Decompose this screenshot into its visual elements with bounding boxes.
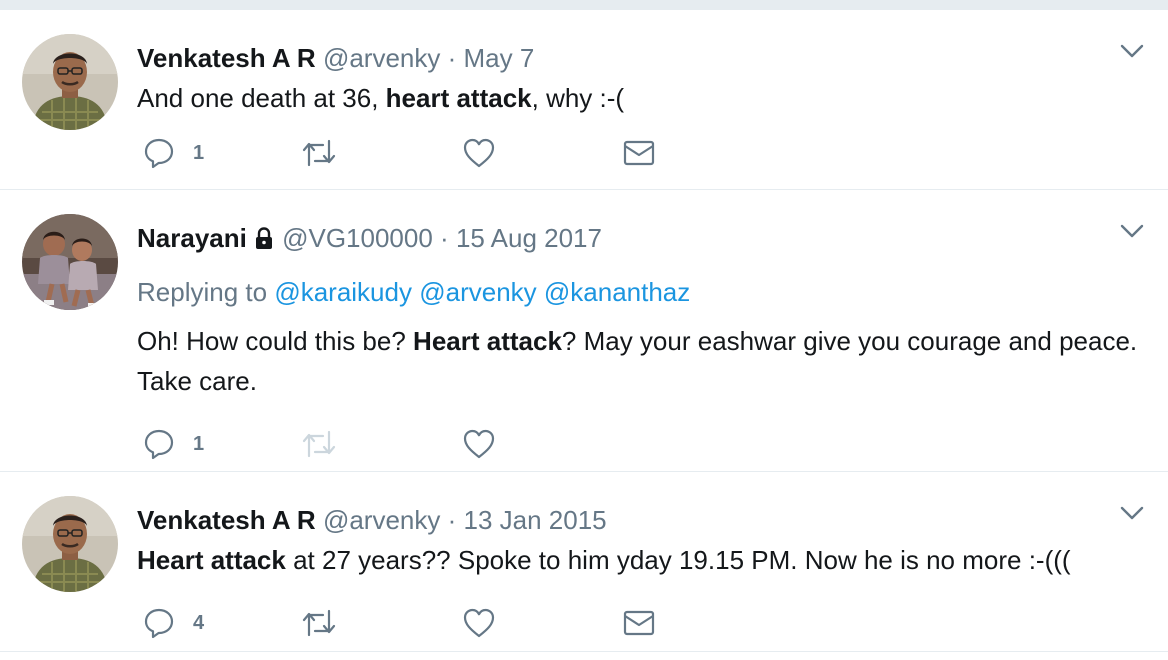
envelope-icon: [623, 610, 655, 636]
retweet-icon: [302, 139, 336, 167]
lock-icon: [255, 227, 272, 249]
tweet-date[interactable]: 13 Jan 2015: [464, 505, 607, 535]
mention-link[interactable]: @karaikudy: [274, 277, 412, 307]
tweet[interactable]: Venkatesh A R @arvenky · May 7 And one d…: [0, 10, 1168, 190]
reply-button[interactable]: 4: [143, 606, 204, 640]
reply-button[interactable]: 1: [143, 136, 204, 170]
tweet-date[interactable]: May 7: [464, 43, 535, 73]
like-button[interactable]: [462, 427, 496, 461]
retweet-icon: [302, 430, 336, 458]
author-name[interactable]: Narayani: [137, 223, 247, 253]
chevron-down-icon[interactable]: [1118, 36, 1146, 64]
tweet[interactable]: Narayani @VG100000 · 15 Aug 2017 Replyin…: [0, 190, 1168, 472]
retweet-button[interactable]: [301, 136, 337, 170]
like-button[interactable]: [462, 136, 496, 170]
tweet-header: Venkatesh A R @arvenky · May 7: [137, 42, 534, 74]
chevron-down-icon[interactable]: [1118, 498, 1146, 526]
speech-bubble-icon: [144, 138, 174, 169]
separator: ·: [447, 43, 457, 73]
tweet-text: And one death at 36, heart attack, why :…: [137, 83, 625, 113]
mention-link[interactable]: @arvenky: [419, 277, 536, 307]
tweet-date[interactable]: 15 Aug 2017: [456, 223, 602, 253]
tweet-header: Venkatesh A R @arvenky · 13 Jan 2015: [137, 504, 607, 536]
separator: ·: [440, 223, 449, 253]
author-handle[interactable]: @arvenky: [323, 43, 440, 73]
reply-count: 1: [193, 141, 205, 164]
reply-count: 4: [193, 611, 205, 634]
author-name[interactable]: Venkatesh A R: [137, 43, 316, 73]
replying-to: Replying to @karaikudy @arvenky @kananth…: [137, 277, 691, 307]
separator: ·: [447, 505, 457, 535]
retweet-button[interactable]: [301, 606, 337, 640]
author-name[interactable]: Venkatesh A R: [137, 505, 316, 535]
reply-button[interactable]: 1: [143, 427, 204, 461]
avatar[interactable]: [22, 214, 118, 310]
like-button[interactable]: [462, 606, 496, 640]
tweet-text: Oh! How could this be? Heart attack? May…: [137, 326, 1138, 396]
heart-icon: [463, 138, 495, 168]
tweet-text: Heart attack at 27 years?? Spoke to him …: [137, 545, 1071, 575]
direct-message-button[interactable]: [622, 136, 656, 170]
envelope-icon: [623, 140, 655, 166]
chevron-down-icon[interactable]: [1118, 216, 1146, 244]
author-handle[interactable]: @VG100000: [282, 223, 433, 253]
heart-icon: [463, 429, 495, 459]
tweet[interactable]: Venkatesh A R @arvenky · 13 Jan 2015 Hea…: [0, 472, 1168, 652]
timeline: Venkatesh A R @arvenky · May 7 And one d…: [0, 10, 1168, 660]
heart-icon: [463, 608, 495, 638]
retweet-button: [301, 427, 337, 461]
avatar[interactable]: [22, 34, 118, 130]
speech-bubble-icon: [144, 429, 174, 460]
direct-message-button[interactable]: [622, 606, 656, 640]
reply-count: 1: [193, 432, 205, 455]
retweet-icon: [302, 609, 336, 637]
avatar[interactable]: [22, 496, 118, 592]
mention-link[interactable]: @kananthaz: [544, 277, 690, 307]
speech-bubble-icon: [144, 608, 174, 639]
tweet-header: Narayani @VG100000 · 15 Aug 2017: [137, 222, 602, 254]
author-handle[interactable]: @arvenky: [323, 505, 440, 535]
